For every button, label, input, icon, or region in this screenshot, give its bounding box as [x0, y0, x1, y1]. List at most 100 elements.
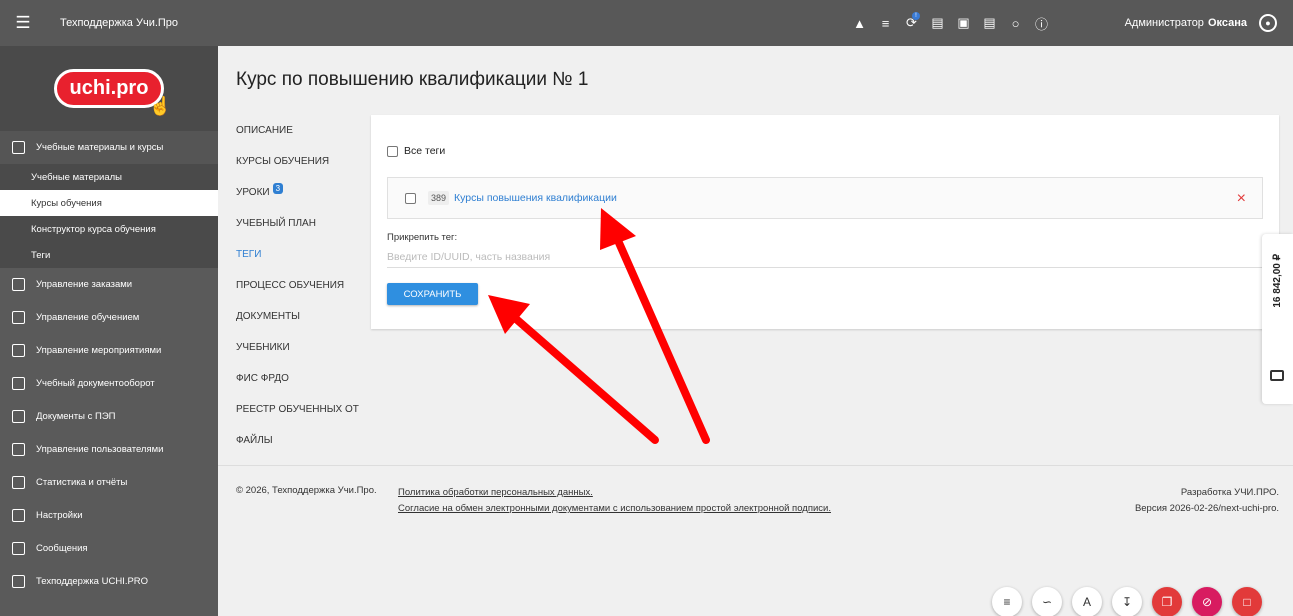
sidebar-item-label: Управление обучением	[36, 312, 140, 323]
sidebar-subitem-tags[interactable]: Теги	[0, 242, 218, 268]
hand-pointer-icon: ☝	[149, 96, 172, 116]
hide-icon[interactable]: ⊘	[1192, 587, 1222, 616]
copy-icon[interactable]: ❐	[1152, 587, 1182, 616]
course-tabs: ОПИСАНИЕ КУРСЫ ОБУЧЕНИЯ УРОКИ 3 УЧЕБНЫЙ П…	[236, 115, 366, 456]
sidebar-item-learning[interactable]: Управление обучением	[0, 301, 218, 334]
support-icon	[12, 575, 25, 588]
book-icon	[12, 141, 25, 154]
floating-actions: ≡ ∽ A ↧ ❐ ⊘ □	[992, 587, 1262, 616]
help-icon[interactable]: ⓘ	[1030, 11, 1053, 35]
chat-icon[interactable]: ▤	[926, 11, 949, 35]
tab-description[interactable]: ОПИСАНИЕ	[236, 115, 366, 146]
balance-panel[interactable]: 16 842,00 ₽	[1262, 234, 1293, 404]
tab-label: ФИС ФРДО	[236, 373, 289, 384]
tab-label: КУРСЫ ОБУЧЕНИЯ	[236, 156, 330, 167]
sidebar-item-label: Документы с ПЭП	[36, 411, 116, 422]
tab-trained-registry[interactable]: РЕЕСТР ОБУЧЕННЫХ ОТ	[236, 394, 366, 425]
sidebar-item-documents[interactable]: Учебный документооборот	[0, 367, 218, 400]
tab-label: ФАЙЛЫ	[236, 435, 273, 446]
sidebar: uchi.pro ☝ Учебные материалы и курсы Уче…	[0, 46, 218, 616]
sidebar-subitem-materials[interactable]: Учебные материалы	[0, 164, 218, 190]
document-icon	[12, 377, 25, 390]
e-signature-agreement-link[interactable]: Согласие на обмен электронными документа…	[398, 501, 831, 517]
logo-text: uchi.pro	[69, 77, 149, 99]
attach-tag-input[interactable]	[387, 246, 1263, 268]
sidebar-item-pep-docs[interactable]: Документы с ПЭП	[0, 400, 218, 433]
top-toolbar: ▲ ≡ ⟳! ▤ ▣ ▤ ○ ⓘ	[848, 0, 1056, 46]
sidebar-item-messages[interactable]: Сообщения	[0, 532, 218, 565]
message-icon	[12, 542, 25, 555]
sidebar-submenu: Учебные материалы Курсы обучения Констру…	[0, 164, 218, 268]
list-icon[interactable]: ≡	[992, 587, 1022, 616]
sidebar-item-settings[interactable]: Настройки	[0, 499, 218, 532]
footer-right: Разработка УЧИ.ПРО. Версия 2026-02-26/ne…	[1135, 485, 1279, 517]
all-tags-checkbox-row[interactable]: Все теги	[387, 145, 445, 157]
lightbulb-icon[interactable]: ○	[1004, 11, 1027, 35]
tab-label: УЧЕБНЫЙ ПЛАН	[236, 218, 316, 229]
sidebar-item-orders[interactable]: Управление заказами	[0, 268, 218, 301]
tag-id-badge: 389	[428, 191, 450, 205]
sidebar-item-materials[interactable]: Учебные материалы и курсы	[0, 131, 218, 164]
all-tags-checkbox[interactable]	[387, 145, 398, 157]
document-list-icon[interactable]: ▤	[978, 11, 1001, 35]
top-bar: ☰ Техподдержка Учи.Про ▲ ≡ ⟳! ▤ ▣ ▤ ○ ⓘ …	[0, 0, 1293, 46]
sidebar-item-users[interactable]: Управление пользователями	[0, 433, 218, 466]
admin-menu[interactable]: Администратор Оксана ●	[1125, 0, 1277, 46]
app-title: Техподдержка Учи.Про	[60, 17, 179, 29]
tab-lessons[interactable]: УРОКИ 3	[236, 177, 366, 208]
logo[interactable]: uchi.pro ☝	[53, 69, 171, 116]
wallet-icon[interactable]	[1270, 370, 1284, 381]
sidebar-item-events[interactable]: Управление мероприятиями	[0, 334, 218, 367]
tab-label: ПРОЦЕСС ОБУЧЕНИЯ	[236, 280, 345, 291]
sidebar-subitem-constructor[interactable]: Конструктор курса обучения	[0, 216, 218, 242]
sidebar-subitem-courses[interactable]: Курсы обучения	[0, 190, 218, 216]
tab-files[interactable]: ФАЙЛЫ	[236, 425, 366, 456]
logo-area: uchi.pro ☝	[0, 46, 218, 131]
tab-label: ДОКУМЕНТЫ	[236, 311, 301, 322]
all-tags-label: Все теги	[404, 145, 446, 157]
sidebar-item-stats[interactable]: Статистика и отчёты	[0, 466, 218, 499]
user-stats-icon[interactable]: ▲	[848, 11, 871, 35]
tab-tags[interactable]: ТЕГИ	[236, 239, 366, 270]
info-box-icon[interactable]: ▣	[952, 11, 975, 35]
delete-icon[interactable]: □	[1232, 587, 1262, 616]
spellcheck-icon[interactable]: A	[1072, 587, 1102, 616]
tab-courses[interactable]: КУРСЫ ОБУЧЕНИЯ	[236, 146, 366, 177]
sidebar-item-label: Учебный документооборот	[36, 378, 155, 389]
menu-icon[interactable]: ☰	[0, 0, 46, 46]
gear-icon	[12, 509, 25, 522]
tab-fis-frdo[interactable]: ФИС ФРДО	[236, 363, 366, 394]
notification-icon[interactable]: ⟳!	[900, 11, 923, 35]
balance-amount: 16 842,00 ₽	[1272, 254, 1283, 308]
admin-name: Оксана	[1207, 17, 1247, 29]
sidebar-item-label: Управление заказами	[36, 279, 133, 290]
tab-label: ТЕГИ	[236, 249, 262, 260]
save-button[interactable]: СОХРАНИТЬ	[387, 283, 478, 305]
admin-label: Администратор	[1124, 17, 1204, 29]
page-title: Курс по повышению квалификации № 1	[236, 69, 589, 90]
learning-icon	[12, 311, 25, 324]
footer-copyright: © 2026, Техподдержка Учи.Про.	[236, 485, 377, 496]
orders-icon	[12, 278, 25, 291]
list-add-icon[interactable]: ≡	[874, 11, 897, 35]
avatar-icon[interactable]: ●	[1259, 14, 1277, 32]
events-icon	[12, 344, 25, 357]
tab-documents[interactable]: ДОКУМЕНТЫ	[236, 301, 366, 332]
lessons-count-badge: 3	[272, 183, 284, 194]
tab-label: РЕЕСТР ОБУЧЕННЫХ ОТ	[236, 404, 359, 415]
download-icon[interactable]: ↧	[1112, 587, 1142, 616]
tag-name-link[interactable]: Курсы повышения квалификации	[454, 192, 617, 204]
tab-textbooks[interactable]: УЧЕБНИКИ	[236, 332, 366, 363]
tab-curriculum[interactable]: УЧЕБНЫЙ ПЛАН	[236, 208, 366, 239]
attach-tag-label: Прикрепить тег:	[387, 232, 458, 243]
sidebar-item-support[interactable]: Техподдержка UCHI.PRO	[0, 565, 218, 598]
remove-tag-icon[interactable]: ×	[1237, 190, 1246, 208]
sidebar-item-label: Управление пользователями	[36, 444, 164, 455]
tag-checkbox[interactable]	[405, 192, 416, 204]
trend-icon[interactable]: ∽	[1032, 587, 1062, 616]
tab-learning-process[interactable]: ПРОЦЕСС ОБУЧЕНИЯ	[236, 270, 366, 301]
tab-label: ОПИСАНИЕ	[236, 125, 293, 136]
sidebar-item-label: Управление мероприятиями	[36, 345, 162, 356]
privacy-policy-link[interactable]: Политика обработки персональных данных.	[398, 485, 831, 501]
tags-card: Все теги 389 Курсы повышения квалификаци…	[371, 115, 1279, 329]
